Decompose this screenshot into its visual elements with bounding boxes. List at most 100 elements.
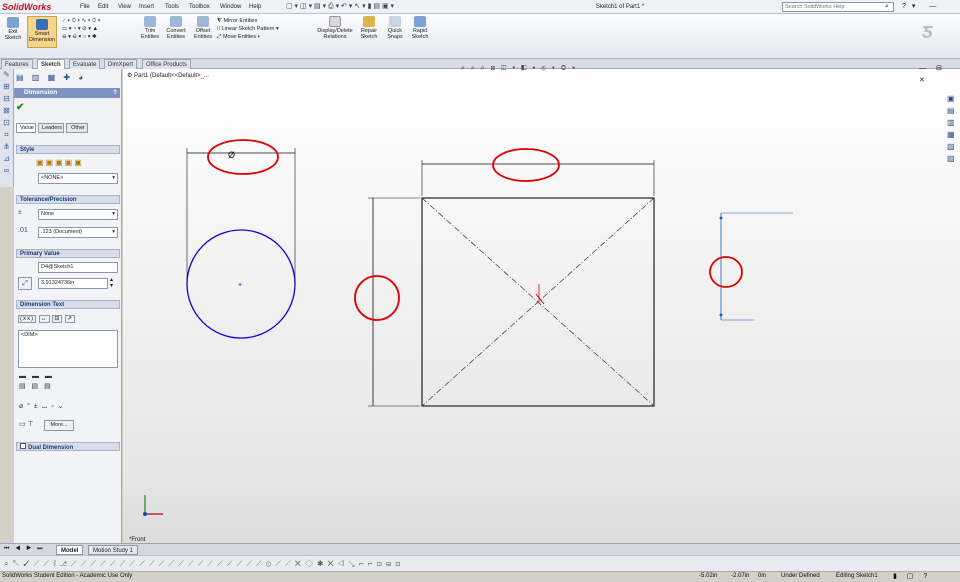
smart-dimension-button[interactable]: Smart Dimension <box>27 16 57 48</box>
linear-pattern-button[interactable]: ⁞⁞ Linear Sketch Pattern ▾ <box>217 25 313 33</box>
status-y-coordinate: -2.07in <box>731 573 750 579</box>
tab-model[interactable]: Model <box>56 545 84 555</box>
line-tools[interactable]: ⟋ ▾ ⊙ ▾ ∿ ▾ ⊙ ▾ <box>62 17 138 25</box>
menu-tools[interactable]: Tools <box>165 2 179 12</box>
red-annotation-group <box>207 139 743 321</box>
panel-tabs: Value Leaders Other <box>16 123 92 133</box>
quick-access-toolbar[interactable]: ▢ ▾ ◫ ▾ ▤ ▾ ⎙ ▾ ↶ ▾ ↖ ▾ ▮ ▤ ▣ ▾ <box>286 2 446 12</box>
tolerance-group-header[interactable]: Tolerance/Precision <box>16 195 120 204</box>
vertical-dimension-group[interactable] <box>719 212 794 321</box>
relations-icon <box>329 16 341 27</box>
search-icon[interactable]: ⌕ <box>885 2 889 12</box>
dimension-text-group-header[interactable]: Dimension Text <box>16 300 120 309</box>
tolerance-value: None <box>41 211 55 217</box>
tolerance-label: Tolerance/Precision <box>20 197 77 203</box>
tab-other[interactable]: Other <box>66 123 88 133</box>
sketch-circle-group[interactable]: + Ø <box>186 148 296 339</box>
diameter-symbol[interactable]: Ø <box>228 150 235 160</box>
panel-header: Dimension ? <box>14 88 120 98</box>
offset-entities-button[interactable]: Offset Entities <box>192 16 214 40</box>
menu-insert[interactable]: Insert <box>139 2 154 12</box>
menu-edit[interactable]: Edit <box>98 2 108 12</box>
justify-buttons[interactable]: ▬ ▬ ▬ ▤ ▤ ▤ <box>19 372 54 392</box>
precision-value: .123 (Document) <box>41 229 82 235</box>
style-group-header[interactable]: Style <box>16 145 120 154</box>
override-icon[interactable]: ⤢ <box>18 277 32 290</box>
status-edition: SolidWorks Student Edition - Academic Us… <box>2 573 133 579</box>
menu-toolbox[interactable]: Toolbox <box>189 2 210 12</box>
entity-tools[interactable]: ⧨ Mirror Entities ⁞⁞ Linear Sketch Patte… <box>217 17 313 41</box>
rapid-sketch-button[interactable]: Rapid Sketch <box>409 16 431 40</box>
tab-motion-study[interactable]: Motion Study 1 <box>88 545 139 555</box>
repair-icon <box>363 16 375 27</box>
menu-window[interactable]: Window <box>220 2 241 12</box>
sketch-rectangle-group[interactable] <box>368 160 655 407</box>
exit-sketch-button[interactable]: Exit Sketch <box>2 17 24 41</box>
mirror-entities-button[interactable]: ⧨ Mirror Entities <box>217 17 313 25</box>
tolerance-icon: ± <box>18 209 22 216</box>
dimension-text-value: <DIM> <box>21 332 38 338</box>
sketch-tools-grid[interactable]: ⟋ ▾ ⊙ ▾ ∿ ▾ ⊙ ▾ ▭ ▾ ◔ ▾ ⊘ ▾ ▲ ⊖ ▾ ⊖ ▾ ○ … <box>62 17 138 41</box>
sketch-relations-toolbar[interactable]: ⌕ ↖ ✓ ⟋ ⟋ ⌇ ⎇ ⟋ ⟋ ⟋ ⟋ ⟋ ⟋ ⟋ ⟋ ⟋ ⟋ ⟋ ⟋ ⟋ … <box>0 556 640 572</box>
tab-dimxpert[interactable]: DimXpert <box>104 59 138 69</box>
dimension-name-field[interactable]: D4@Sketch1 <box>38 262 118 273</box>
offset-entities-label: Offset Entities <box>193 28 213 40</box>
search-input[interactable]: Search SolidWorks Help <box>782 2 894 12</box>
status-sketch-state: Under Defined <box>781 573 820 579</box>
sketch-relations-icons[interactable]: ✎ ⊞ ⊟ ⊠ ⊡ ⌗ ⋔ ⊿ ∞ <box>0 69 13 177</box>
ok-check-icon[interactable]: ✔ <box>16 102 24 113</box>
precision-select[interactable]: .123 (Document) ▾ <box>38 227 118 238</box>
graphics-area[interactable]: ⚙ Part1 (Default<<Default>_... ⌕ ⌕ ⌕ ⊠ ◫… <box>123 65 960 543</box>
smart-dimension-label: Smart Dimension <box>29 31 55 43</box>
move-entities-button[interactable]: ⤢ Move Entities ▾ <box>217 33 313 41</box>
menu-help[interactable]: Help <box>249 2 261 12</box>
tab-office-products[interactable]: Office Products <box>142 59 191 69</box>
precision-icon: .01 <box>18 227 28 234</box>
tab-leaders[interactable]: Leaders <box>38 123 64 133</box>
dual-dimension-group-header[interactable]: Dual Dimension <box>16 442 120 451</box>
repair-sketch-button[interactable]: Repair Sketch <box>358 16 380 40</box>
slot-tools[interactable]: ⊖ ▾ ⊖ ▾ ○ ▾ ✱ <box>62 33 138 41</box>
app-logo: SolidWorks <box>2 2 52 12</box>
manager-tabs[interactable]: ▤ ▥ ▦ ✚ ◕ <box>16 72 96 84</box>
menu-view[interactable]: View <box>118 2 131 12</box>
quick-snaps-button[interactable]: Quick Snaps <box>384 16 406 40</box>
tolerance-select[interactable]: None ▾ <box>38 209 118 220</box>
dimension-endpoint-bottom[interactable] <box>719 313 723 317</box>
sketch-toolbar[interactable]: ⌕ ↖ ✓ ⟋ ⟋ ⌇ ⎇ ⟋ ⟋ ⟋ ⟋ ⟋ ⟋ ⟋ ⟋ ⟋ ⟋ ⟋ ⟋ ⟋ … <box>0 555 960 571</box>
dimension-name: D4@Sketch1 <box>41 264 74 270</box>
tab-features[interactable]: Features <box>1 59 33 69</box>
dimension-endpoint-top[interactable] <box>719 216 723 220</box>
more-button[interactable]: More... <box>44 420 74 431</box>
value-spinner[interactable]: ▴ ▾ <box>110 277 113 289</box>
trim-entities-button[interactable]: Trim Entities <box>140 16 160 40</box>
menu-file[interactable]: File <box>80 2 90 12</box>
tab-scroll-arrows[interactable]: ⏮ ◀ ▶ ⏭ <box>4 545 45 554</box>
status-icons[interactable]: ▮ ▢ ? <box>893 571 931 582</box>
style-select[interactable]: <NONE> ▾ <box>38 173 118 184</box>
tab-value[interactable]: Value <box>16 123 36 133</box>
dim-text-format-buttons[interactable]: (xx) ↔ ⊟ ↗ <box>18 314 86 325</box>
primary-value-group-header[interactable]: Primary Value <box>16 249 120 258</box>
display-delete-relations-button[interactable]: Display/Delete Relations <box>314 16 356 40</box>
symbol-buttons[interactable]: ⌀ ° ± ⌴ ▫ ⌄ <box>19 402 65 412</box>
linear-pattern-label: Linear Sketch Pattern <box>221 26 275 32</box>
convert-entities-button[interactable]: Convert Entities <box>163 16 189 40</box>
circle-center-point[interactable]: + <box>238 282 242 289</box>
status-x-coordinate: -5.02in <box>699 573 718 579</box>
tab-evaluate[interactable]: Evaluate <box>69 59 101 69</box>
dimension-value-field[interactable]: 3.91324736in <box>38 278 108 289</box>
offset-icon <box>197 16 209 27</box>
help-icon[interactable]: ? <box>113 88 117 98</box>
status-z-coordinate: 0in <box>758 573 767 579</box>
style-buttons[interactable]: ▣▣▣▣▣ <box>36 157 106 168</box>
status-editing: Editing Sketch1 <box>836 573 878 579</box>
more-symbols-icons[interactable]: ▭ ⊤ <box>19 420 34 428</box>
dimension-text-area[interactable]: <DIM> <box>18 330 118 368</box>
tab-sketch[interactable]: Sketch <box>37 59 65 69</box>
sketch-canvas[interactable]: + Ø <box>123 69 960 543</box>
annotation-circle-diameter <box>207 139 279 175</box>
convert-icon <box>170 16 182 27</box>
dual-dimension-checkbox[interactable] <box>20 443 26 449</box>
rectangle-tools[interactable]: ▭ ▾ ◔ ▾ ⊘ ▾ ▲ <box>62 25 138 33</box>
